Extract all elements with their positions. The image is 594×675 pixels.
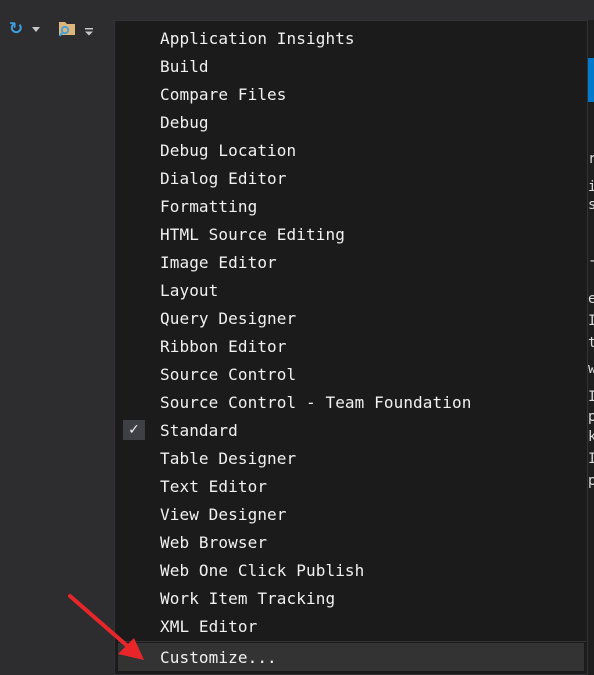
menu-item-toolbar[interactable]: Web Browser: [115, 528, 587, 556]
menu-item-toolbar[interactable]: Ribbon Editor: [115, 332, 587, 360]
menu-item-toolbar[interactable]: View Designer: [115, 500, 587, 528]
menu-separator: [118, 641, 586, 642]
menu-item-label: Source Control: [160, 364, 297, 384]
menu-item-label: Source Control - Team Foundation: [160, 392, 472, 412]
menu-item-toolbar[interactable]: Text Editor: [115, 472, 587, 500]
menu-item-toolbar[interactable]: Formatting: [115, 192, 587, 220]
menu-item-toolbar[interactable]: Debug: [115, 108, 587, 136]
menu-item-label: View Designer: [160, 504, 287, 524]
customize-dropdown-icon[interactable]: [82, 24, 96, 40]
menu-item-toolbar[interactable]: Image Editor: [115, 248, 587, 276]
editor-text-fragment: I: [588, 313, 594, 329]
menu-item-label: Build: [160, 56, 209, 76]
menu-item-toolbar[interactable]: Source Control: [115, 360, 587, 388]
menu-item-label: Debug Location: [160, 140, 297, 160]
editor-text-fragment: p: [588, 409, 594, 425]
editor-text-fragment: p: [588, 473, 594, 489]
solution-explorer-icon[interactable]: [56, 18, 78, 38]
menu-item-toolbar[interactable]: HTML Source Editing: [115, 220, 587, 248]
dropdown-arrow-icon[interactable]: [30, 22, 42, 36]
menu-item-label: Layout: [160, 280, 219, 300]
menu-item-toolbar[interactable]: Query Designer: [115, 304, 587, 332]
editor-text-fragment: k: [588, 429, 594, 445]
menu-item-label: Web Browser: [160, 532, 268, 552]
menu-item-toolbar[interactable]: Build: [115, 52, 587, 80]
menu-item-label: XML Editor: [160, 616, 258, 636]
menu-item-label: Image Editor: [160, 252, 277, 272]
menu-item-toolbar[interactable]: Source Control - Team Foundation: [115, 388, 587, 416]
menu-item-toolbar[interactable]: Web One Click Publish: [115, 556, 587, 584]
editor-text-fragment: -: [588, 254, 594, 268]
menu-item-toolbar[interactable]: Application Insights: [115, 24, 587, 52]
editor-text-fragment: I: [588, 451, 594, 467]
menu-item-label: Debug: [160, 112, 209, 132]
editor-text-fragment: t: [588, 335, 594, 351]
menu-item-label: Customize...: [160, 647, 277, 667]
menu-item-label: Dialog Editor: [160, 168, 287, 188]
menu-item-label: HTML Source Editing: [160, 224, 345, 244]
editor-text-fragment: r: [588, 151, 594, 167]
menu-item-toolbar[interactable]: XML Editor: [115, 612, 587, 640]
editor-text-fragment: I: [588, 389, 594, 405]
refresh-icon[interactable]: ↻: [6, 18, 26, 40]
menu-item-customize[interactable]: Customize...: [118, 643, 584, 671]
menu-item-toolbar[interactable]: Work Item Tracking: [115, 584, 587, 612]
menu-item-label: Table Designer: [160, 448, 297, 468]
menu-item-label: Application Insights: [160, 28, 355, 48]
editor-text-fragment: s: [588, 197, 594, 213]
menu-item-label: Compare Files: [160, 84, 287, 104]
editor-text-fragment: i: [588, 179, 594, 195]
annotation-arrow-icon: [68, 594, 144, 660]
menu-item-toolbar[interactable]: Layout: [115, 276, 587, 304]
menu-item-label: Query Designer: [160, 308, 297, 328]
menu-item-toolbar[interactable]: ✓ Standard: [115, 416, 587, 444]
menu-item-label: Standard: [160, 420, 238, 440]
menu-item-toolbar[interactable]: Dialog Editor: [115, 164, 587, 192]
menu-item-toolbar[interactable]: Compare Files: [115, 80, 587, 108]
menu-item-toolbar[interactable]: Table Designer: [115, 444, 587, 472]
menu-item-label: Work Item Tracking: [160, 588, 336, 608]
menu-item-label: Text Editor: [160, 476, 268, 496]
menu-item-label: Ribbon Editor: [160, 336, 287, 356]
menu-item-toolbar[interactable]: Debug Location: [115, 136, 587, 164]
toolbars-context-menu: Customize... Application Insights Build Co…: [114, 20, 588, 675]
editor-text-fragment: w: [588, 361, 594, 377]
editor-text-fragment: e: [588, 291, 594, 307]
menu-item-label: Web One Click Publish: [160, 560, 365, 580]
menu-item-label: Formatting: [160, 196, 258, 216]
checkmark-icon: ✓: [123, 420, 145, 440]
